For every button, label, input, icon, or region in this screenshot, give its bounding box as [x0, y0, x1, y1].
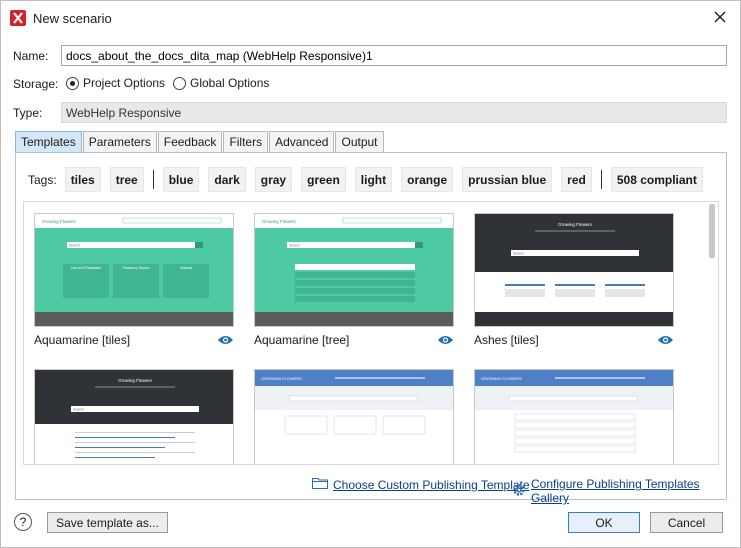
- template-thumbnail: GROWING FLOWERS: [254, 369, 454, 464]
- tab-feedback[interactable]: Feedback: [157, 131, 223, 152]
- cancel-button[interactable]: Cancel: [650, 512, 723, 533]
- tag-green[interactable]: green: [301, 167, 346, 192]
- tag-508-compliant[interactable]: 508 compliant: [610, 167, 703, 192]
- storage-label: Storage:: [13, 77, 59, 91]
- templates-panel: Tags: tiles tree blue dark gray green li…: [15, 152, 727, 500]
- radio-label: Global Options: [190, 76, 270, 90]
- eye-icon[interactable]: [217, 334, 234, 346]
- template-tile-blue-tiles[interactable]: GROWING FLOWERS: [254, 369, 454, 464]
- thumb-brand: GROWING FLOWERS: [481, 376, 522, 381]
- tag-red[interactable]: red: [561, 167, 592, 192]
- radio-label: Project Options: [83, 76, 166, 90]
- tag-blue[interactable]: blue: [162, 167, 200, 192]
- name-label: Name:: [13, 49, 49, 63]
- template-tile-ashes-tree[interactable]: Growing Flowers Search: [34, 369, 234, 464]
- template-tile-blue-tree[interactable]: GROWING FLOWERS: [474, 369, 674, 464]
- storage-global-options-radio[interactable]: Global Options: [173, 76, 269, 90]
- eye-icon[interactable]: [657, 334, 674, 346]
- scrollbar-thumb[interactable]: [709, 204, 715, 258]
- folder-icon: [312, 477, 328, 492]
- template-thumbnail: Growing Flowers Search Care and Preparat…: [34, 213, 234, 327]
- gear-icon: [512, 483, 526, 500]
- tag-separator: [152, 170, 154, 189]
- tag-tree[interactable]: tree: [109, 167, 144, 192]
- storage-project-options-radio[interactable]: Project Options: [66, 76, 165, 90]
- tag-gray[interactable]: gray: [254, 167, 293, 192]
- name-field[interactable]: [61, 45, 727, 66]
- tab-advanced[interactable]: Advanced: [269, 131, 335, 152]
- tab-output[interactable]: Output: [335, 131, 384, 152]
- thumb-brand: Growing Flowers: [118, 378, 153, 383]
- thumb-search: Search: [513, 252, 524, 256]
- title-bar: New scenario: [1, 1, 740, 35]
- choose-custom-template-link[interactable]: Choose Custom Publishing Template: [312, 477, 530, 492]
- template-thumbnail: Growing Flowers Search: [254, 213, 454, 327]
- thumb-brand: Growing Flowers: [42, 219, 77, 224]
- gallery-scrollbar[interactable]: [709, 204, 715, 459]
- thumb-card: Care and Preparation: [71, 266, 102, 270]
- tag-prussian-blue[interactable]: prussian blue: [462, 167, 553, 192]
- choose-custom-template-label: Choose Custom Publishing Template: [333, 477, 530, 492]
- radio-selected-indicator: [66, 76, 79, 90]
- template-tile-aquamarine-tiles[interactable]: Growing Flowers Search Care and Preparat…: [34, 213, 234, 353]
- templates-gallery: Growing Flowers Search Care and Preparat…: [23, 201, 719, 465]
- template-label: Ashes [tiles]: [474, 333, 539, 347]
- template-thumbnail: GROWING FLOWERS: [474, 369, 674, 464]
- tag-dark[interactable]: dark: [208, 167, 246, 192]
- thumb-card: Glossary: [180, 266, 193, 270]
- close-icon[interactable]: [712, 9, 728, 25]
- type-label: Type:: [13, 106, 43, 120]
- ok-button[interactable]: OK: [568, 512, 640, 533]
- type-field: WebHelp Responsive: [61, 102, 727, 123]
- save-template-button[interactable]: Save template as...: [47, 512, 168, 533]
- thumb-search: Search: [289, 244, 300, 248]
- tags-label: Tags:: [28, 172, 57, 187]
- tag-light[interactable]: light: [354, 167, 393, 192]
- thumb-brand: GROWING FLOWERS: [261, 376, 302, 381]
- configure-gallery-label: Configure Publishing Templates Gallery: [531, 477, 700, 505]
- tag-tiles[interactable]: tiles: [64, 167, 101, 192]
- thumb-card: Flowers by Season: [122, 266, 149, 270]
- tab-bar: Templates Parameters Feedback Filters Ad…: [15, 131, 385, 152]
- template-tile-aquamarine-tree[interactable]: Growing Flowers Search Aquamarine [tree]: [254, 213, 454, 353]
- tag-separator: [600, 170, 602, 189]
- template-tile-ashes-tiles[interactable]: Growing Flowers Search Ashes [tiles]: [474, 213, 674, 353]
- thumb-search: Search: [69, 244, 80, 248]
- template-thumbnail: Growing Flowers Search: [34, 369, 234, 464]
- tags-bar: Tags: tiles tree blue dark gray green li…: [28, 167, 712, 192]
- new-scenario-dialog: New scenario Name: Storage: Project Opti…: [0, 0, 741, 548]
- help-icon[interactable]: ?: [14, 513, 32, 531]
- tag-orange[interactable]: orange: [401, 167, 454, 192]
- template-thumbnail: Growing Flowers Search: [474, 213, 674, 327]
- template-label: Aquamarine [tree]: [254, 333, 350, 347]
- configure-gallery-link[interactable]: Configure Publishing Templates Gallery: [512, 477, 740, 505]
- window-title: New scenario: [33, 11, 112, 26]
- template-label: Aquamarine [tiles]: [34, 333, 131, 347]
- tab-filters[interactable]: Filters: [223, 131, 269, 152]
- oxygen-app-icon: [10, 10, 26, 26]
- radio-unselected-indicator: [173, 76, 186, 90]
- thumb-brand: Growing Flowers: [558, 222, 593, 227]
- tab-parameters[interactable]: Parameters: [82, 131, 157, 152]
- thumb-brand: Growing Flowers: [262, 219, 297, 224]
- eye-icon[interactable]: [437, 334, 454, 346]
- tab-templates[interactable]: Templates: [15, 131, 82, 152]
- thumb-search: Search: [73, 408, 84, 412]
